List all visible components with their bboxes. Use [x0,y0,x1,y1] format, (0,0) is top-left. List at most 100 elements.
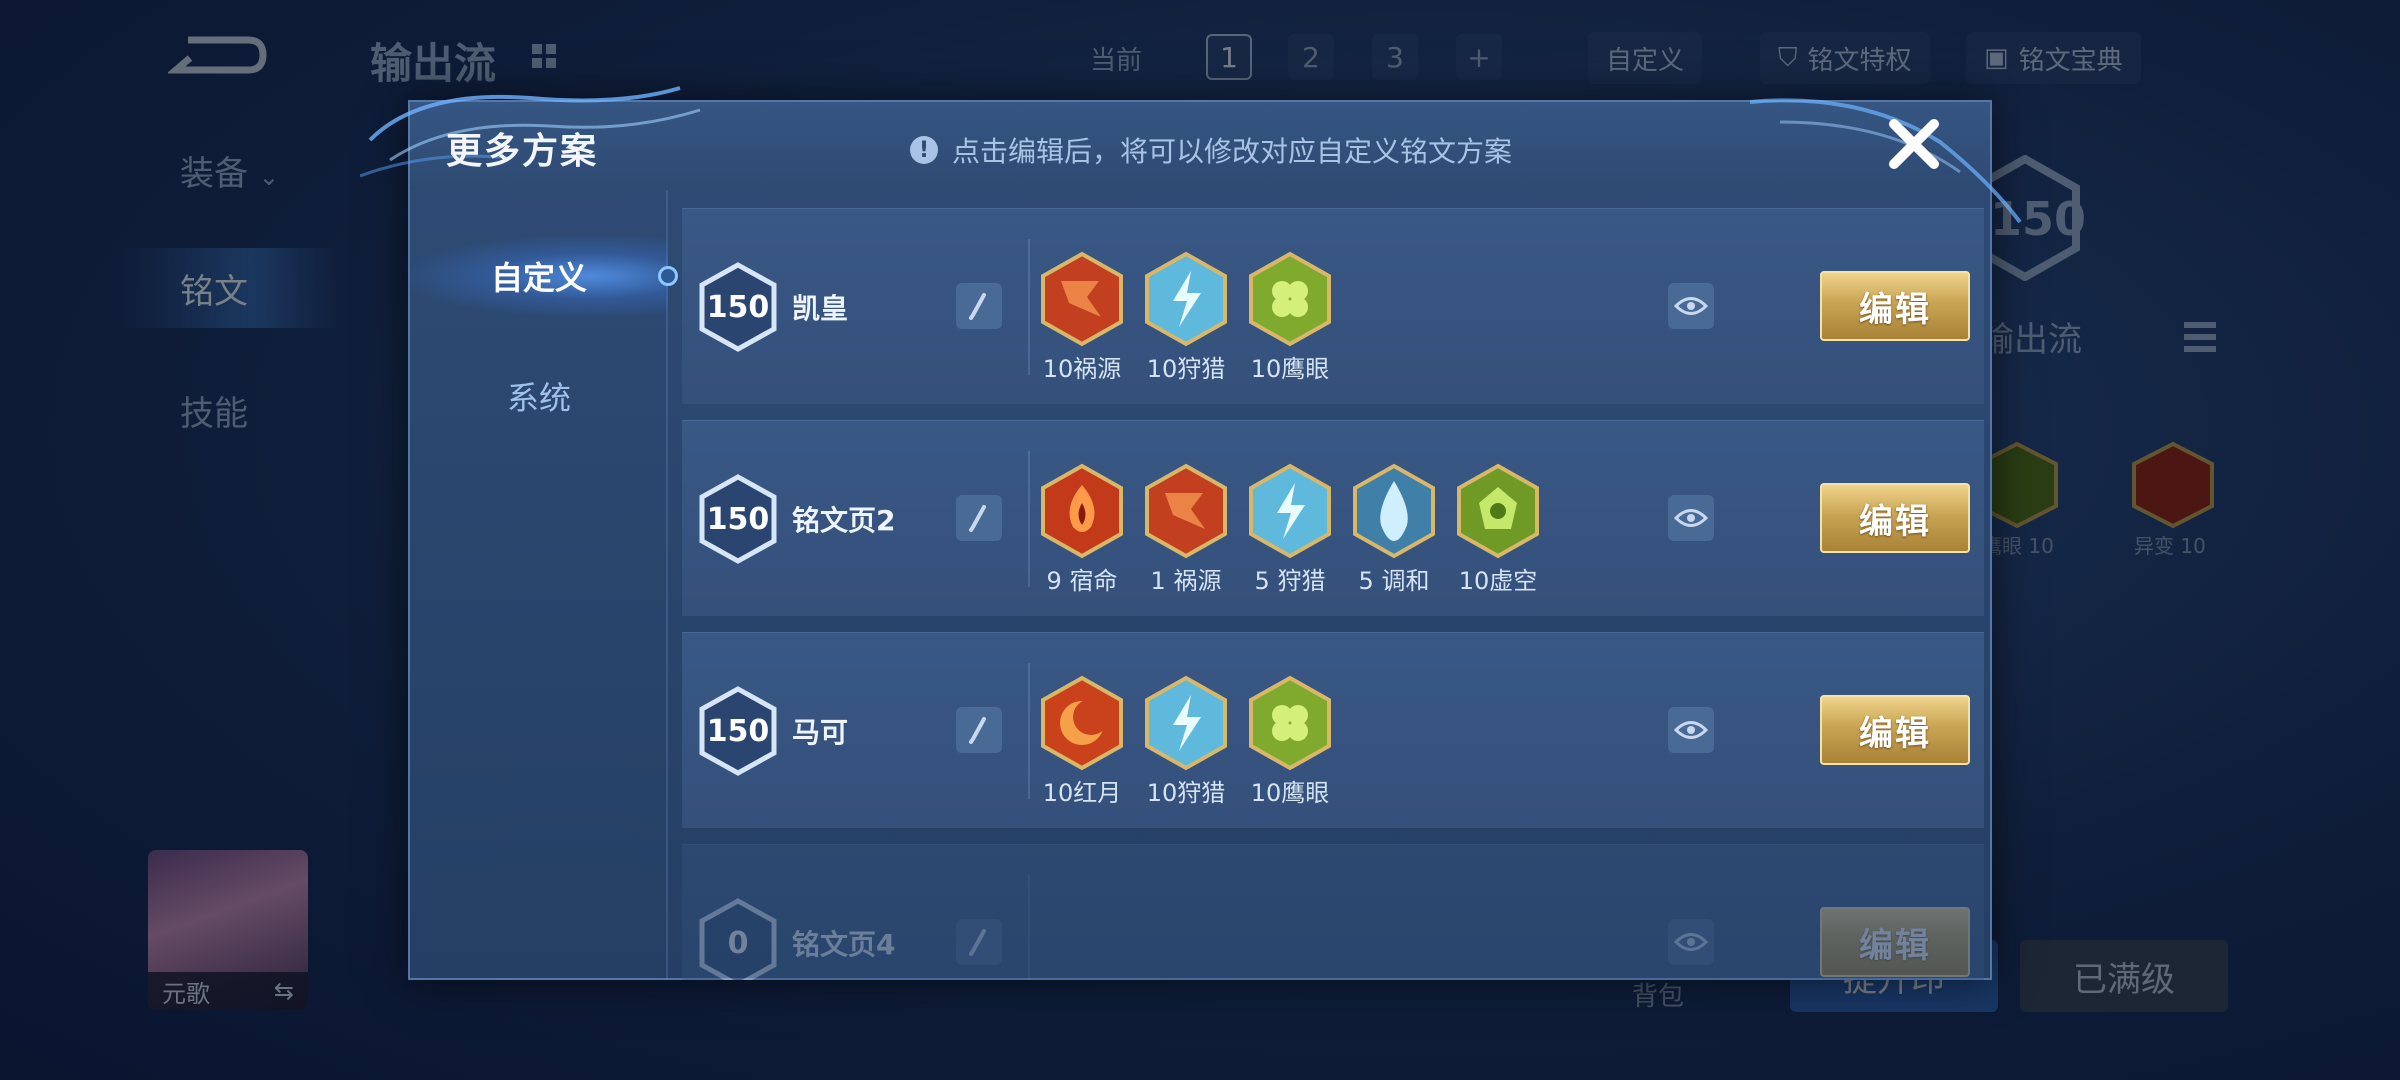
scheme-level: 0 [727,925,749,961]
scheme-name: 凯皇 [792,292,849,325]
rune-label: 10虚空 [1458,567,1538,595]
pencil-icon [969,293,986,320]
bg-rune-label: 异变 10 [2134,534,2206,558]
menu-icon[interactable] [2182,318,2218,362]
rune-label: 10祸源 [1042,355,1122,383]
scheme-tab-list: 自定义 系统 [410,190,678,980]
tab-custom[interactable]: 自定义 [410,236,678,316]
rune-item[interactable]: 9 宿命 [1036,463,1128,596]
dialog-title: 更多方案 [446,131,599,172]
scheme-name: 马可 [792,716,849,749]
rune-list: 10红月 10狩猎 10鹰眼 [1036,675,1336,808]
blue-rune-icon [1353,463,1435,559]
scheme-name: 铭文页4 [792,928,896,961]
dialog-hint: ! 点击编辑后，将可以修改对应自定义铭文方案 [910,130,1512,170]
preview-button[interactable] [1668,919,1714,965]
info-icon: ! [910,136,938,164]
scheme-level: 150 [706,713,770,749]
sidebar-label: 装备 [180,154,248,194]
rune-label: 10狩猎 [1146,355,1226,383]
rune-codex-label: 铭文宝典 [2018,45,2123,76]
rune-item[interactable]: 10狩猎 [1140,675,1232,808]
row-divider [1028,663,1030,799]
rune-list: 10祸源 10狩猎 10鹰眼 [1036,251,1336,384]
hero-name-bar: 元歌 ⇆ [148,972,308,1010]
backpack-label[interactable]: 背包 [1632,976,1684,1013]
scheme-level: 150 [706,289,770,325]
current-label: 当前 [1090,45,1143,76]
red-rune-icon [2132,441,2214,529]
edit-button[interactable]: 编辑 [1820,907,1970,977]
rune-item[interactable]: 10鹰眼 [1244,675,1336,808]
dialog-hint-text: 点击编辑后，将可以修改对应自定义铭文方案 [952,135,1513,168]
scheme-level: 150 [706,501,770,537]
row-divider [1028,451,1030,587]
green-rune-icon [1457,463,1539,559]
rune-codex-button[interactable]: ▣ 铭文宝典 [1966,32,2141,84]
row-divider [1028,875,1030,980]
rune-item[interactable]: 1 祸源 [1140,463,1232,596]
rune-item[interactable]: 10红月 [1036,675,1128,808]
sidebar-item-equipment[interactable]: 装备 ⌄ [180,146,279,195]
rune-label: 5 狩猎 [1254,567,1326,595]
eye-icon [1674,509,1708,527]
feature-icon: ⛉ [1778,42,1798,73]
rune-label: 5 调和 [1358,567,1430,595]
chevron-down-icon: ⌄ [258,163,279,191]
rune-list: 9 宿命 1 祸源 5 狩猎 5 调和 10虚空 [1036,463,1544,596]
add-page-button[interactable]: + [1456,34,1502,80]
rune-feature-button[interactable]: ⛉ 铭文特权 [1760,32,1930,84]
rune-label: 10红月 [1042,779,1122,807]
green-rune-icon [1249,251,1331,347]
close-icon[interactable] [1882,112,1946,176]
bg-rune-label: 鹰眼 10 [1982,534,2054,558]
preview-button[interactable] [1668,283,1714,329]
red-rune-icon [1145,463,1227,559]
red-rune-icon [1041,251,1123,347]
scheme-row: 150 马可 10红月 10狩猎 10鹰眼 编辑 [682,632,1984,828]
pencil-icon [969,929,986,956]
page-1-button[interactable]: 1 [1206,34,1252,80]
eye-icon [1674,721,1708,739]
tab-label: 自定义 [490,259,587,297]
page-3-button[interactable]: 3 [1372,34,1418,80]
red-rune-icon [1041,463,1123,559]
rune-item[interactable]: 5 调和 [1348,463,1440,596]
tab-system[interactable]: 系统 [410,356,668,436]
page-2-button[interactable]: 2 [1288,34,1334,80]
rename-button[interactable] [956,919,1002,965]
preview-button[interactable] [1668,707,1714,753]
custom-chip[interactable]: 自定义 [1588,32,1703,84]
rename-button[interactable] [956,707,1002,753]
swap-icon[interactable]: ⇆ [274,977,294,1005]
rune-label: 9 宿命 [1046,567,1118,595]
rename-button[interactable] [956,495,1002,541]
preview-button[interactable] [1668,495,1714,541]
rune-item[interactable]: 10虚空 [1452,463,1544,596]
pencil-icon [969,717,986,744]
edit-button[interactable]: 编辑 [1820,695,1970,765]
blue-rune-icon [1249,463,1331,559]
scheme-title: 输出流 [370,39,497,88]
scheme-row: 150 凯皇 10祸源 10狩猎 10鹰眼 编辑 [682,208,1984,404]
tab-label: 系统 [506,379,571,417]
scheme-name: 铭文页2 [792,504,896,537]
codex-icon: ▣ [1984,43,2009,73]
edit-button[interactable]: 编辑 [1820,271,1970,341]
hero-avatar[interactable]: 元歌 ⇆ [148,850,308,1010]
scheme-list[interactable]: 150 凯皇 10祸源 10狩猎 10鹰眼 编辑 150 铭文页2 9 宿命 1… [682,208,1984,980]
rune-item[interactable]: 10鹰眼 [1244,251,1336,384]
rune-label: 1 祸源 [1150,567,1222,595]
pencil-icon [969,505,986,532]
rune-item[interactable]: 5 狩猎 [1244,463,1336,596]
grid-icon[interactable] [530,42,558,70]
rune-label: 10鹰眼 [1250,355,1330,383]
rename-button[interactable] [956,283,1002,329]
rune-item[interactable]: 10狩猎 [1140,251,1232,384]
rune-item[interactable]: 10祸源 [1036,251,1128,384]
sidebar-item-skills[interactable]: 技能 [180,386,248,435]
back-arrow-icon[interactable] [168,30,268,80]
red-rune-icon [1041,675,1123,771]
edit-button[interactable]: 编辑 [1820,483,1970,553]
sidebar-item-runes[interactable]: 铭文 [120,248,340,328]
